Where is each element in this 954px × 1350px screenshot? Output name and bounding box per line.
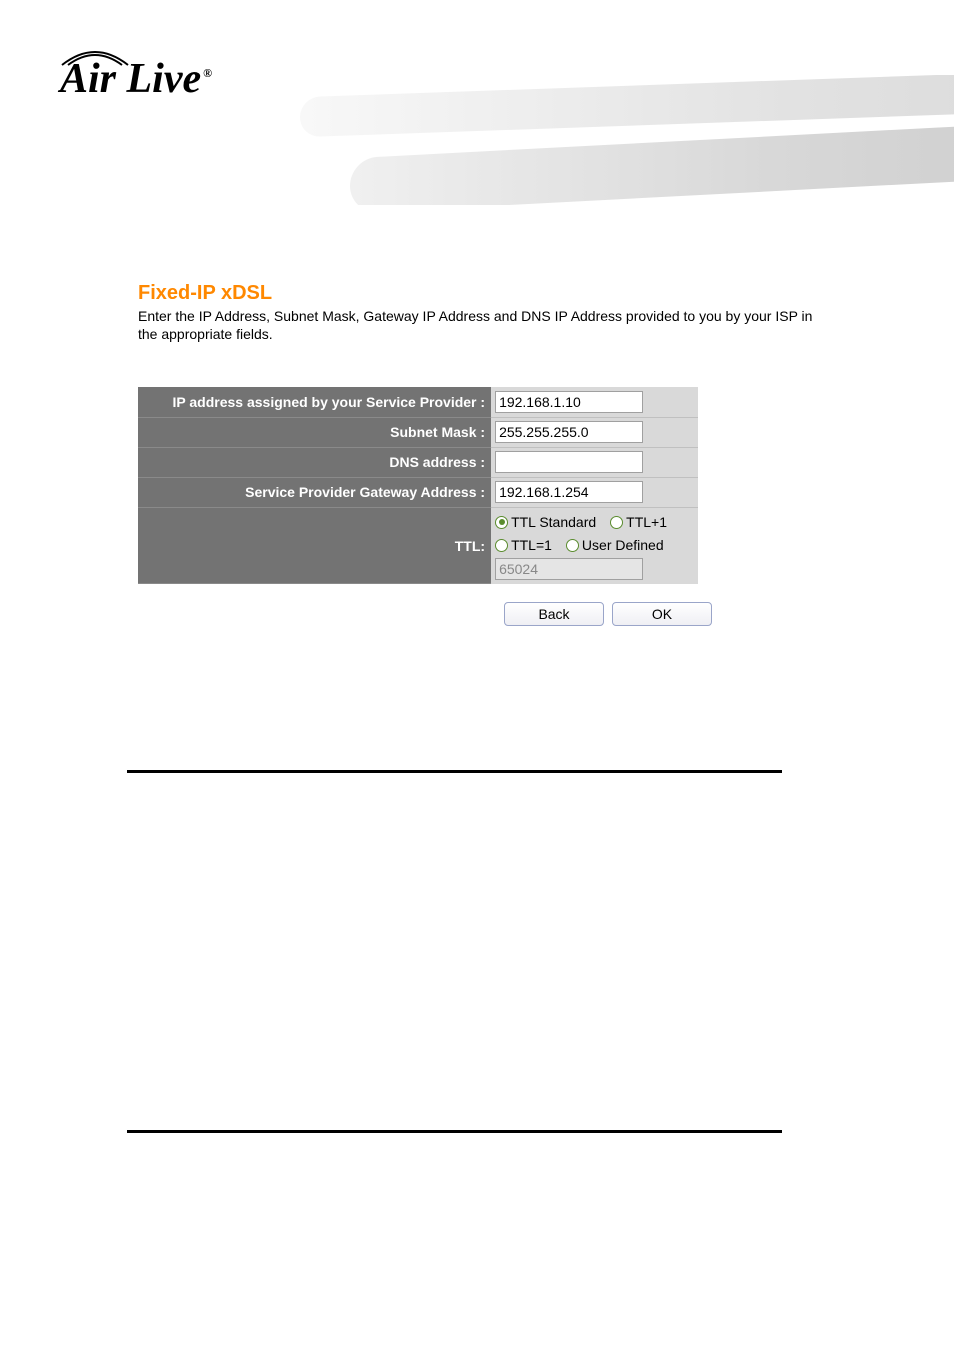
subnet-mask-input[interactable] [495,421,643,443]
ttl-label: TTL: [138,507,491,584]
page-description: Enter the IP Address, Subnet Mask, Gatew… [138,307,815,343]
gateway-address-input[interactable] [495,481,643,503]
header-banner [300,75,954,205]
brand-name: Air Live® [60,56,212,102]
gateway-address-label: Service Provider Gateway Address : [138,477,491,507]
section-divider [127,1130,782,1133]
ttl-standard-radio[interactable]: TTL Standard [495,512,596,533]
main-content: Fixed-IP xDSL Enter the IP Address, Subn… [138,282,815,626]
subnet-mask-label: Subnet Mask : [138,417,491,447]
radio-icon [566,539,579,552]
ttl-user-defined-label: User Defined [582,535,664,556]
ttl-user-value-input [495,558,643,580]
ttl-eq1-label: TTL=1 [511,535,552,556]
dns-address-input[interactable] [495,451,643,473]
button-row: Back OK [504,602,815,626]
ip-address-label: IP address assigned by your Service Prov… [138,387,491,417]
radio-icon [495,539,508,552]
ttl-user-defined-radio[interactable]: User Defined [566,535,664,556]
radio-icon [610,516,623,529]
ttl-standard-label: TTL Standard [511,512,596,533]
ttl-plus1-label: TTL+1 [626,512,667,533]
back-button[interactable]: Back [504,602,604,626]
ttl-eq1-radio[interactable]: TTL=1 [495,535,552,556]
ttl-plus1-radio[interactable]: TTL+1 [610,512,667,533]
section-divider [127,770,782,773]
page-title: Fixed-IP xDSL [138,282,815,305]
ok-button[interactable]: OK [612,602,712,626]
ip-address-input[interactable] [495,391,643,413]
settings-form: IP address assigned by your Service Prov… [138,387,698,584]
brand-logo: Air Live® [60,55,212,103]
dns-address-label: DNS address : [138,447,491,477]
radio-icon [495,516,508,529]
